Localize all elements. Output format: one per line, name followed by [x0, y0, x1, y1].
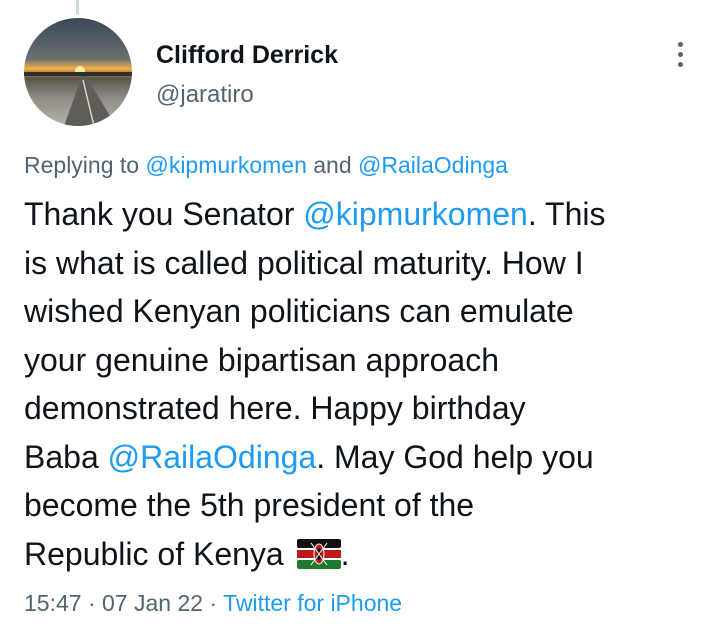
- mention-kipmurkomen[interactable]: @kipmurkomen: [303, 196, 528, 232]
- tweet-meta: 15:47 · 07 Jan 22 · Twitter for iPhone: [24, 588, 402, 618]
- tweet: Clifford Derrick @jaratiro Replying to @…: [0, 0, 720, 638]
- tweet-date[interactable]: 07 Jan 22: [102, 590, 203, 616]
- meta-separator: ·: [87, 590, 96, 616]
- tweet-text-segment: your genuine bipartisan approach: [24, 341, 499, 378]
- tweet-text-segment: is what is called political maturity. Ho…: [24, 244, 584, 281]
- more-options-button[interactable]: [664, 36, 696, 72]
- tweet-text-segment: Thank you Senator: [24, 196, 295, 232]
- more-dot-icon: [677, 61, 683, 67]
- tweet-text-segment: become the 5th president of the: [24, 487, 475, 523]
- replying-mention-kipmurkomen[interactable]: @kipmurkomen: [145, 152, 306, 178]
- tweet-text-segment: . May God help you: [316, 438, 594, 475]
- meta-separator: ·: [209, 590, 218, 616]
- replying-to: Replying to @kipmurkomen and @RailaOding…: [24, 150, 508, 180]
- tweet-text-segment: Republic of Kenya: [24, 535, 284, 572]
- tweet-text-segment: demonstrated here. Happy birthday: [24, 390, 526, 426]
- replying-prefix: Replying to: [24, 152, 140, 178]
- kenya-flag-icon: [296, 538, 341, 569]
- replying-conjunction: and: [313, 152, 352, 178]
- tweet-text: Thank you Senator @kipmurkomen. This is …: [24, 190, 704, 578]
- replying-mention-railaodinga[interactable]: @RailaOdinga: [358, 152, 508, 178]
- avatar[interactable]: [24, 18, 132, 126]
- avatar-sunset-image: [24, 66, 132, 126]
- author-block: Clifford Derrick @jaratiro: [156, 40, 338, 110]
- author-handle[interactable]: @jaratiro: [156, 80, 338, 110]
- tweet-text-segment: Baba: [24, 438, 99, 475]
- tweet-time[interactable]: 15:47: [24, 590, 82, 616]
- tweet-source-link[interactable]: Twitter for iPhone: [223, 590, 402, 616]
- tweet-text-segment: wished Kenyan politicians can emulate: [24, 293, 574, 329]
- tweet-text-segment: .: [340, 535, 350, 572]
- more-dot-icon: [677, 41, 683, 47]
- tweet-text-segment: . This: [527, 196, 606, 232]
- mention-railaodinga[interactable]: @RailaOdinga: [108, 439, 317, 475]
- author-name[interactable]: Clifford Derrick: [156, 40, 338, 70]
- more-dot-icon: [677, 51, 683, 57]
- thread-line: [76, 0, 79, 15]
